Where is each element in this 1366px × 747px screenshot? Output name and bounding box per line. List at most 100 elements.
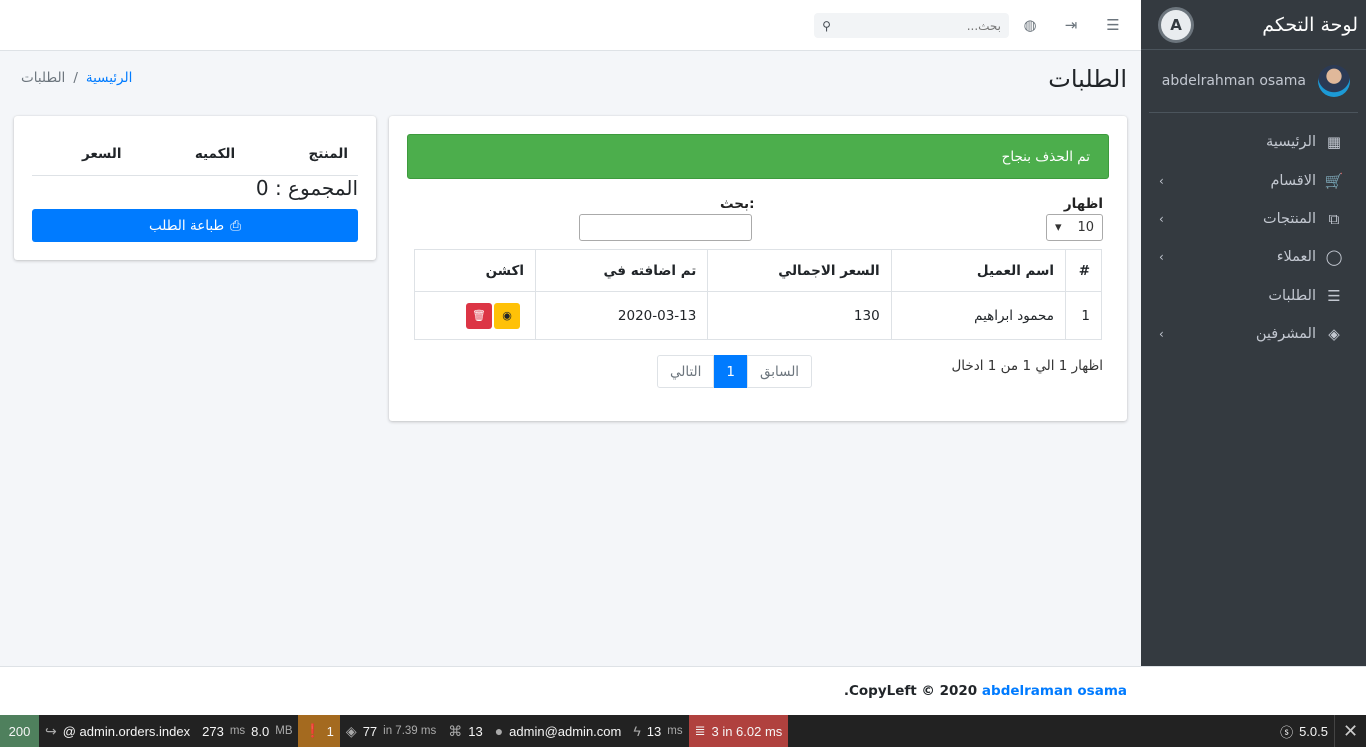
user-icon: ● [494, 723, 504, 739]
list-icon: ☰ [1327, 286, 1341, 305]
redirect-arrow-icon: ↪ [45, 722, 57, 739]
sidebar-item-products[interactable]: ⧉ المنتجات ‹ [1141, 200, 1366, 238]
basket-icon: ⧉ [1328, 209, 1340, 228]
sidebar-item-clients[interactable]: ◯ العملاء ‹ [1141, 238, 1366, 276]
route-name: @ admin.orders.index [62, 723, 191, 739]
symfony-icon: ⓢ [1280, 724, 1294, 740]
pagination-page-1[interactable]: 1 [714, 355, 748, 388]
column-header-total[interactable]: السعر الاجمالي [707, 249, 892, 292]
close-icon[interactable]: ✕ [1334, 715, 1366, 747]
queries-item[interactable]: ≣ 3 in 6.02 ms [688, 715, 789, 747]
grid-icon: ▦ [1326, 133, 1342, 152]
footer-prefix: CopyLeft © 2020 [849, 683, 978, 699]
page-title: الطلبات [1048, 65, 1127, 93]
top-navbar: ☰ ⇥ ◍ ⚲ [0, 0, 1141, 51]
sidebar-item-label: العملاء [1276, 249, 1316, 266]
sidebar: لوحة التحكم A abdelrahman osama ▦ الرئيس… [1141, 0, 1366, 666]
warnings-item[interactable]: ❗ 1 [298, 715, 340, 747]
table-search-label: بحث: [720, 196, 755, 212]
user-name[interactable]: abdelrahman osama [1162, 73, 1306, 89]
cell-date: 2020-03-13 [534, 291, 709, 340]
warnings-count: 1 [326, 723, 334, 739]
user-secret-icon: ◈ [1328, 325, 1340, 344]
cart-total: المجموع : 0 [255, 176, 358, 200]
orders-table: # اسم العميل السعر الاجمالي تم اضافته في… [414, 249, 1102, 340]
cart-header: المنتج الكميه السعر [32, 146, 358, 176]
memory-usage: 8.0 [251, 723, 270, 739]
breadcrumb-separator: / [73, 70, 78, 86]
translations-count: 13 [468, 723, 483, 739]
brand[interactable]: لوحة التحكم A [1141, 0, 1366, 50]
brand-text[interactable]: لوحة التحكم [1262, 14, 1358, 36]
menu-toggle-icon[interactable]: ☰ [1102, 14, 1124, 36]
user-item[interactable]: ● admin@admin.com [489, 715, 628, 747]
globe-icon[interactable]: ◍ [1019, 14, 1041, 36]
delete-button[interactable]: 🗑 [466, 302, 492, 329]
sidebar-item-home[interactable]: ▦ الرئيسية [1141, 123, 1366, 161]
logout-icon[interactable]: ⇥ [1060, 14, 1082, 36]
orders-card: تم الحذف بنجاح اظهار ▾ 10 بحث: # اسم الع… [389, 116, 1127, 421]
table-search-input[interactable] [579, 214, 752, 241]
print-order-button[interactable]: ⎙ طباعة الطلب [32, 209, 358, 242]
search-icon[interactable]: ⚲ [814, 13, 839, 38]
cell-num: 1 [1065, 291, 1102, 340]
cart-column-product: المنتج [308, 146, 349, 162]
sidebar-item-label: المشرفين [1255, 326, 1316, 343]
sidebar-item-label: المنتجات [1262, 210, 1316, 227]
queries-summary: 3 in 6.02 ms [711, 723, 783, 739]
sidebar-item-orders[interactable]: ☰ الطلبات [1141, 277, 1366, 315]
footer-author-link[interactable]: abdelraman osama [982, 683, 1127, 699]
pagination: السابق 1 التالي [657, 355, 813, 388]
page-length-label: اظهار [1063, 196, 1103, 212]
breadcrumb: الرئيسية / الطلبات [21, 70, 132, 86]
version-item[interactable]: ⓢ 5.0.5 [1274, 715, 1334, 747]
user-panel[interactable]: abdelrahman osama [1149, 50, 1358, 113]
status-code-badge[interactable]: 200 [0, 715, 39, 747]
warning-icon: ❗ [304, 723, 321, 738]
sidebar-item-categories[interactable]: 🛒 الاقسام ‹ [1141, 161, 1366, 199]
memory-unit: MB [275, 725, 293, 737]
sidebar-item-admins[interactable]: ◈ المشرفين ‹ [1141, 315, 1366, 353]
cart-column-price: السعر [82, 146, 122, 162]
views-count: 77 [362, 723, 378, 739]
trash-icon: 🗑 [472, 309, 486, 322]
view-button[interactable]: ◉ [494, 302, 520, 329]
footer-text: CopyLeft © 2020 abdelraman osama. [844, 683, 1127, 699]
avatar[interactable] [1318, 65, 1350, 97]
performance-item[interactable]: 273 ms 8.0 MB [196, 715, 298, 747]
events-item[interactable]: ϟ 13 ms [627, 715, 688, 747]
events-icon: ϟ [633, 723, 641, 739]
pagination-previous[interactable]: السابق [747, 355, 813, 388]
table-row: 1 محمود ابراهيم 130 2020-03-13 🗑 ◉ [414, 291, 1102, 340]
column-header-action[interactable]: اكشن [414, 249, 536, 292]
column-header-date[interactable]: تم اضافته في [534, 249, 709, 292]
route-item[interactable]: ↪ @ admin.orders.index [39, 715, 196, 747]
sidebar-nav: ▦ الرئيسية 🛒 الاقسام ‹ ⧉ المنتجات ‹ ◯ ال… [1141, 113, 1366, 353]
cart-column-quantity: الكميه [194, 146, 236, 162]
page-length-value: 10 [1077, 220, 1094, 235]
views-time: in 7.39 ms [383, 725, 437, 737]
views-item[interactable]: ◈ 77 in 7.39 ms [340, 715, 442, 747]
search-input[interactable] [839, 13, 1009, 38]
breadcrumb-home-link[interactable]: الرئيسية [86, 70, 133, 86]
cell-client: محمود ابراهيم [890, 291, 1067, 340]
brand-logo: A [1161, 9, 1191, 40]
column-header-client[interactable]: اسم العميل [890, 249, 1067, 292]
table-header-row: # اسم العميل السعر الاجمالي تم اضافته في… [414, 249, 1102, 292]
cart-icon: 🛒 [1324, 171, 1344, 190]
user-icon: ◯ [1325, 248, 1343, 267]
logged-user: admin@admin.com [509, 723, 622, 739]
request-time: 273 [202, 723, 224, 739]
translations-item[interactable]: ⌘ 13 [442, 715, 488, 747]
success-alert: تم الحذف بنجاح [407, 134, 1109, 179]
translation-icon: ⌘ [448, 722, 463, 739]
pagination-next[interactable]: التالي [657, 355, 715, 388]
database-icon: ≣ [694, 723, 706, 738]
cart-card: المنتج الكميه السعر المجموع : 0 ⎙ طباعة … [14, 116, 376, 260]
eye-icon: ◉ [502, 309, 512, 322]
page-length-select[interactable]: ▾ 10 [1046, 214, 1103, 241]
print-order-label: طباعة الطلب [149, 217, 225, 234]
printer-icon: ⎙ [230, 217, 241, 234]
column-header-num[interactable]: # [1065, 249, 1102, 292]
framework-version: 5.0.5 [1299, 723, 1328, 739]
